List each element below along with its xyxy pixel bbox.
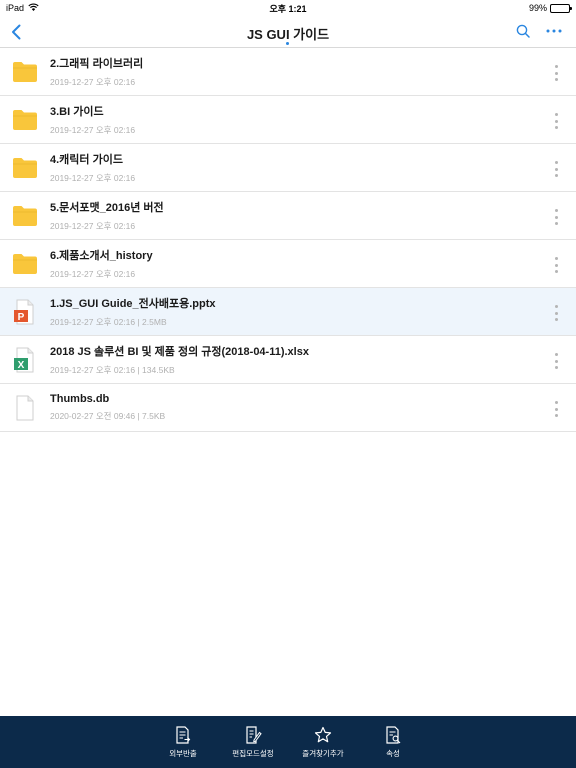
properties-label: 속성 (386, 749, 400, 758)
device-label: iPad (6, 3, 25, 13)
search-button[interactable] (516, 24, 530, 38)
nav-bar: JS GUI 가이드 (0, 16, 576, 48)
folder-icon (12, 203, 38, 229)
folder-icon (12, 155, 38, 181)
file-row-folder-product-history[interactable]: 6.제품소개서_history 2019-12-27 오후 02:16 (0, 240, 576, 288)
page-indicator-dot (286, 42, 289, 45)
file-name: 6.제품소개서_history (50, 250, 153, 262)
status-left: iPad (6, 3, 39, 13)
folder-icon (12, 107, 38, 133)
export-label: 외부반출 (169, 749, 197, 758)
battery-percent: 99% (528, 3, 547, 13)
edit-document-icon (244, 726, 262, 744)
edit-mode-button[interactable]: 편집모드설정 (218, 716, 288, 768)
wifi-icon (28, 3, 39, 13)
folder-icon (12, 251, 38, 277)
file-row-pptx[interactable]: P 1.JS_GUI Guide_전사배포용.pptx 2019-12-27 오… (0, 288, 576, 336)
pptx-badge: P (18, 312, 25, 323)
properties-button[interactable]: 속성 (358, 716, 428, 768)
file-meta: 2019-12-27 오후 02:16 (50, 77, 136, 87)
row-more-button[interactable] (551, 161, 561, 177)
bottom-toolbar: 외부반출 편집모드설정 즐겨찾기추가 속성 (0, 716, 576, 768)
row-more-button[interactable] (551, 353, 561, 369)
file-row-xlsx[interactable]: X 2018 JS 솔루션 BI 및 제품 정의 규정(2018-04-11).… (0, 336, 576, 384)
xlsx-badge: X (18, 360, 25, 371)
file-name: 2018 JS 솔루션 BI 및 제품 정의 규정(2018-04-11).xl… (50, 346, 309, 358)
chevron-left-icon (12, 24, 21, 40)
export-button[interactable]: 외부반출 (148, 716, 218, 768)
row-more-button[interactable] (551, 401, 561, 417)
edit-mode-label: 편집모드설정 (232, 749, 274, 758)
status-bar: iPad 오후 1:21 99% (0, 0, 576, 16)
file-row-db[interactable]: Thumbs.db 2020-02-27 오전 09:46 | 7.5KB (0, 384, 576, 432)
file-meta: 2019-12-27 오후 02:16 | 2.5MB (50, 317, 167, 327)
xlsx-file-icon: X (12, 347, 38, 373)
star-icon (314, 726, 332, 744)
file-meta: 2020-02-27 오전 09:46 | 7.5KB (50, 411, 166, 421)
file-text: 5.문서포맷_2016년 버전 2019-12-27 오후 02:16 (50, 199, 164, 232)
file-meta: 2019-12-27 오후 02:16 (50, 269, 136, 279)
page-title: JS GUI 가이드 (246, 27, 330, 42)
folder-icon (12, 59, 38, 85)
file-text: 1.JS_GUI Guide_전사배포용.pptx 2019-12-27 오후 … (50, 295, 216, 328)
file-meta: 2019-12-27 오후 02:16 (50, 173, 136, 183)
more-menu-button[interactable] (546, 29, 562, 33)
row-more-button[interactable] (551, 305, 561, 321)
file-name: 1.JS_GUI Guide_전사배포용.pptx (50, 298, 216, 310)
file-meta: 2019-12-27 오후 02:16 (50, 221, 136, 231)
file-row-folder-character-guide[interactable]: 4.캐릭터 가이드 2019-12-27 오후 02:16 (0, 144, 576, 192)
row-more-button[interactable] (551, 113, 561, 129)
nav-actions (516, 24, 562, 38)
battery-icon (550, 3, 572, 13)
file-text: 4.캐릭터 가이드 2019-12-27 오후 02:16 (50, 151, 135, 184)
generic-file-icon (12, 395, 38, 421)
add-favorite-label: 즐겨찾기추가 (302, 749, 344, 758)
properties-document-icon (384, 726, 402, 744)
file-row-folder-bi-guide[interactable]: 3.BI 가이드 2019-12-27 오후 02:16 (0, 96, 576, 144)
file-name: 5.문서포맷_2016년 버전 (50, 202, 164, 214)
file-row-folder-document-format[interactable]: 5.문서포맷_2016년 버전 2019-12-27 오후 02:16 (0, 192, 576, 240)
file-text: 2.그래픽 라이브러리 2019-12-27 오후 02:16 (50, 55, 143, 88)
status-time: 오후 1:21 (269, 3, 307, 14)
file-text: 6.제품소개서_history 2019-12-27 오후 02:16 (50, 247, 153, 280)
add-favorite-button[interactable]: 즐겨찾기추가 (288, 716, 358, 768)
file-meta: 2019-12-27 오후 02:16 (50, 125, 136, 135)
file-text: 2018 JS 솔루션 BI 및 제품 정의 규정(2018-04-11).xl… (50, 343, 309, 376)
more-horizontal-icon (546, 29, 562, 33)
file-name: 4.캐릭터 가이드 (50, 154, 123, 166)
file-text: 3.BI 가이드 2019-12-27 오후 02:16 (50, 103, 135, 136)
file-meta: 2019-12-27 오후 02:16 | 134.5KB (50, 365, 175, 375)
file-list: 2.그래픽 라이브러리 2019-12-27 오후 02:16 3.BI 가이드… (0, 48, 576, 432)
row-more-button[interactable] (551, 257, 561, 273)
pptx-file-icon: P (12, 299, 38, 325)
back-button[interactable] (8, 23, 24, 41)
search-icon (516, 24, 530, 38)
file-row-folder-graphic-library[interactable]: 2.그래픽 라이브러리 2019-12-27 오후 02:16 (0, 48, 576, 96)
export-document-icon (174, 726, 192, 744)
file-name: 3.BI 가이드 (50, 106, 104, 118)
row-more-button[interactable] (551, 65, 561, 81)
file-text: Thumbs.db 2020-02-27 오전 09:46 | 7.5KB (50, 393, 165, 422)
file-name: 2.그래픽 라이브러리 (50, 58, 144, 70)
file-name: Thumbs.db (50, 393, 110, 405)
row-more-button[interactable] (551, 209, 561, 225)
status-right: 99% (528, 3, 572, 13)
